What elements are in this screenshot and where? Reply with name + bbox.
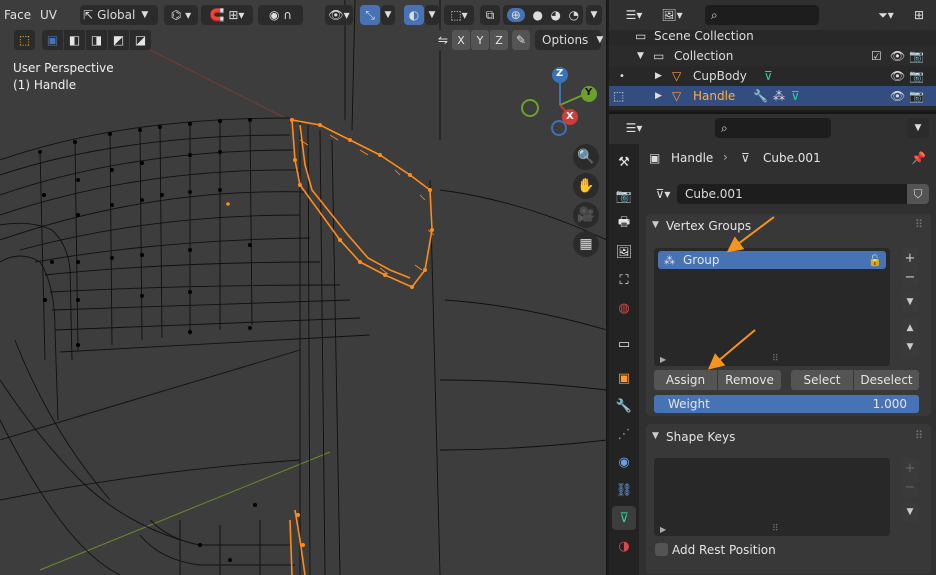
annotation-arrows (707, 216, 775, 370)
arrow-to-group (726, 216, 775, 253)
arrow-to-assign (707, 329, 756, 370)
